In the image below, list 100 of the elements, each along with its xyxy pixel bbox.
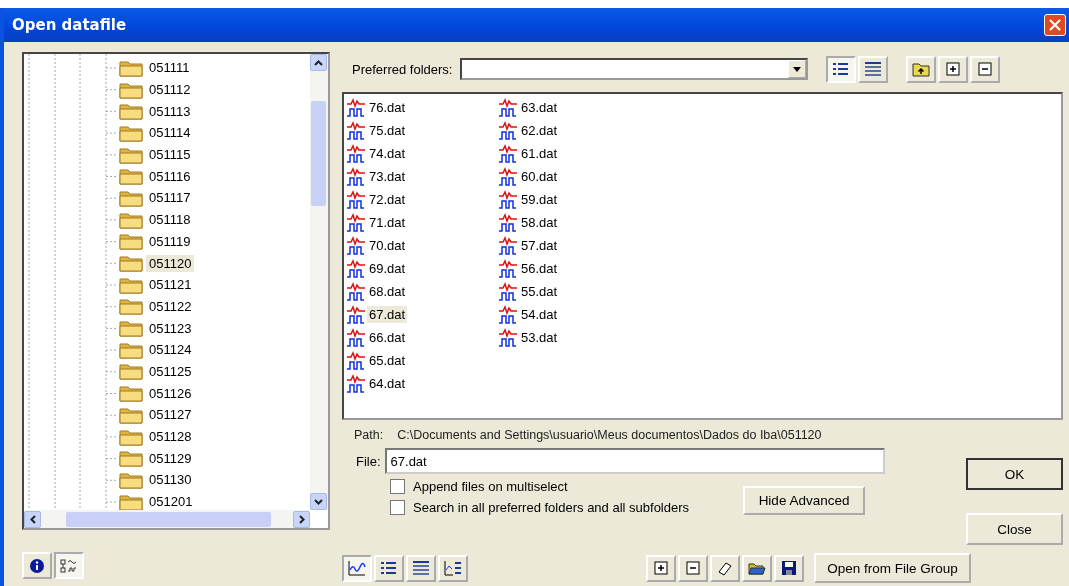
panel-toggle-button[interactable] <box>54 552 84 579</box>
folder-item[interactable]: 051113 <box>146 102 194 120</box>
folder-item[interactable]: 051128 <box>146 428 195 446</box>
folder-button[interactable] <box>938 55 969 83</box>
folder-item[interactable]: 051111 <box>146 59 193 77</box>
preferred-folders-dropdown[interactable] <box>460 58 809 80</box>
file-action-button[interactable] <box>646 554 676 582</box>
signal-file-icon <box>346 258 366 279</box>
list-view-icon <box>832 61 851 77</box>
scroll-left-button[interactable] <box>24 510 41 528</box>
folder-button[interactable] <box>970 55 1001 83</box>
folder-item[interactable]: 051126 <box>146 384 195 402</box>
wave-icon <box>348 560 366 576</box>
folder-item[interactable]: 051129 <box>146 449 195 467</box>
view-toggle-button[interactable] <box>858 55 889 83</box>
file-action-button[interactable] <box>710 554 740 582</box>
folder-item[interactable]: 051112 <box>146 81 194 99</box>
file-item[interactable]: 66.dat <box>367 329 408 346</box>
file-item[interactable]: 58.dat <box>519 214 560 231</box>
signal-file-icon <box>346 350 366 371</box>
file-item[interactable]: 55.dat <box>519 283 560 300</box>
view-toggle-button[interactable] <box>826 55 857 83</box>
folder-item[interactable]: 051201 <box>146 493 196 510</box>
view-mode-button[interactable] <box>438 554 468 582</box>
folder-item[interactable]: 051117 <box>146 189 194 207</box>
file-item[interactable]: 64.dat <box>367 375 408 392</box>
file-item[interactable]: 73.dat <box>367 168 408 185</box>
caret-up-icon <box>314 59 323 66</box>
signal-file-icon <box>498 258 518 279</box>
file-item[interactable]: 67.dat <box>367 306 408 323</box>
folder-icon <box>119 384 143 403</box>
scrollbar-thumb[interactable] <box>311 101 326 206</box>
view-mode-button[interactable] <box>374 554 404 582</box>
signal-file-icon <box>498 212 518 233</box>
checkbox-label: Append files on multiselect <box>413 478 568 494</box>
folder-item[interactable]: 051120 <box>146 254 195 272</box>
folder-icon <box>119 362 143 381</box>
file-item[interactable]: 54.dat <box>519 306 560 323</box>
signal-file-icon <box>498 166 518 187</box>
file-item[interactable]: 62.dat <box>519 122 560 139</box>
scroll-up-button[interactable] <box>310 54 327 71</box>
minus-icon <box>684 560 702 576</box>
ok-button[interactable]: OK <box>966 458 1063 490</box>
file-item[interactable]: 60.dat <box>519 168 560 185</box>
caret-left-icon <box>29 514 36 524</box>
scrollbar-thumb[interactable] <box>66 511 271 527</box>
close-button[interactable]: Close <box>966 513 1063 545</box>
file-item[interactable]: 72.dat <box>367 191 408 208</box>
file-name-field[interactable]: 67.dat <box>384 448 885 474</box>
folder-item[interactable]: 051122 <box>146 297 195 315</box>
file-item[interactable]: 71.dat <box>367 214 408 231</box>
dropdown-button[interactable] <box>788 60 807 78</box>
folder-icon <box>119 123 143 142</box>
file-label: File: <box>356 453 381 469</box>
signal-file-icon <box>346 143 366 164</box>
folder-item[interactable]: 051114 <box>146 124 194 142</box>
file-item[interactable]: 75.dat <box>367 122 408 139</box>
file-item[interactable]: 63.dat <box>519 99 560 116</box>
folder-item[interactable]: 051125 <box>146 362 195 380</box>
signal-file-icon <box>498 304 518 325</box>
file-action-button[interactable] <box>774 554 804 582</box>
panel-toggle-button[interactable] <box>22 552 52 579</box>
folder-item[interactable]: 051115 <box>146 146 194 164</box>
hide-advanced-button[interactable]: Hide Advanced <box>743 486 866 515</box>
file-item[interactable]: 74.dat <box>367 145 408 162</box>
file-item[interactable]: 53.dat <box>519 329 560 346</box>
file-item[interactable]: 59.dat <box>519 191 560 208</box>
checkbox[interactable] <box>390 478 405 494</box>
open-from-file-group-button[interactable]: Open from File Group <box>814 553 971 583</box>
view-mode-button[interactable] <box>406 554 436 582</box>
folder-item[interactable]: 051116 <box>146 167 194 185</box>
view-mode-button[interactable] <box>342 554 372 582</box>
file-item[interactable]: 61.dat <box>519 145 560 162</box>
file-action-button[interactable] <box>742 554 772 582</box>
folder-item[interactable]: 051119 <box>146 232 194 250</box>
folder-button[interactable] <box>906 55 937 83</box>
file-item[interactable]: 76.dat <box>367 99 408 116</box>
folder-item[interactable]: 051124 <box>146 341 195 359</box>
path-label: Path: <box>354 428 384 442</box>
file-item[interactable]: 69.dat <box>367 260 408 277</box>
signal-file-icon <box>346 304 366 325</box>
folder-item[interactable]: 051121 <box>146 276 195 294</box>
file-item[interactable]: 65.dat <box>367 352 408 369</box>
file-item[interactable]: 68.dat <box>367 283 408 300</box>
folder-item[interactable]: 051130 <box>146 471 195 489</box>
folder-item[interactable]: 051127 <box>146 406 195 424</box>
folder-item[interactable]: 051118 <box>146 211 194 229</box>
folder-icon <box>119 275 143 294</box>
checkbox[interactable] <box>390 499 405 515</box>
scroll-down-button[interactable] <box>310 493 327 510</box>
path-value: C:\Documents and Settings\usuario\Meus documentos\Dados do Iba\051120 <box>397 428 822 442</box>
close-icon <box>1049 19 1061 31</box>
scroll-right-button[interactable] <box>293 510 310 528</box>
signal-file-icon <box>498 281 518 302</box>
file-item[interactable]: 56.dat <box>519 260 560 277</box>
folder-item[interactable]: 051123 <box>146 319 195 337</box>
close-button[interactable] <box>1044 14 1066 36</box>
folder-icon <box>119 492 143 510</box>
file-item[interactable]: 70.dat <box>367 237 408 254</box>
file-item[interactable]: 57.dat <box>519 237 560 254</box>
